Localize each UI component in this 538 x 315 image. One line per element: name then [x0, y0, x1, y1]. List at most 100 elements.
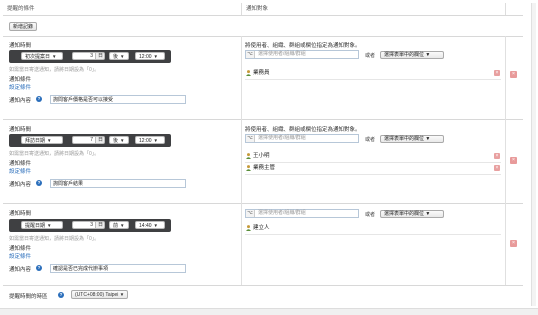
- schedule-bar: 拜訪日期 ▼ 7 日 後 ▼ 12:00 ▼: [9, 134, 171, 147]
- timezone-select[interactable]: (UTC+08:00) Taipei ▼: [71, 290, 129, 299]
- chevron-down-icon: ▼: [120, 223, 125, 228]
- column-divider: [241, 119, 242, 203]
- set-condition-link[interactable]: 設定條件: [9, 252, 31, 260]
- delete-reminder-button[interactable]: ×: [510, 71, 517, 78]
- date-field-value: 拜訪日期: [25, 138, 46, 144]
- notify-content-input[interactable]: 確認是否已完成代辦事項: [50, 264, 186, 273]
- org-tree-icon[interactable]: ⌥: [246, 135, 255, 142]
- set-condition-link[interactable]: 設定條件: [9, 83, 31, 91]
- row-divider: [3, 36, 523, 37]
- time-select[interactable]: 14:40 ▼: [135, 221, 165, 229]
- help-icon[interactable]: ?: [36, 265, 42, 271]
- column-divider: [505, 36, 506, 119]
- recipient-name: 王小明: [253, 153, 270, 159]
- notify-condition-label: 通知條件: [9, 77, 32, 83]
- recipient-item: 王小明: [246, 152, 270, 160]
- notify-content-label: 通知內容: [9, 98, 32, 104]
- form-field-select[interactable]: 選擇表單中的欄位 ▼: [380, 51, 444, 59]
- recipient-divider: [245, 162, 501, 163]
- user-icon: [246, 224, 251, 231]
- time-value: 12:00: [139, 138, 152, 144]
- date-field-value: 提醒日期: [25, 223, 46, 229]
- remove-recipient-button[interactable]: ×: [494, 70, 500, 76]
- chevron-down-icon: ▼: [120, 54, 125, 59]
- chevron-down-icon: ▼: [52, 54, 57, 59]
- days-input[interactable]: 7: [72, 136, 96, 144]
- recipient-picker-placeholder: 選擇使用者/組織/群組: [258, 51, 306, 57]
- help-icon[interactable]: ?: [36, 180, 42, 186]
- notify-condition-label: 通知條件: [9, 246, 32, 252]
- reminder-row-1: 通知時間 初次提案日 ▼ 3 日 後 ▼ 12:00 ▼ 如需當日寄送通知，請將日期設…: [3, 36, 523, 119]
- direction-value: 後: [113, 54, 119, 60]
- recipient-picker-placeholder: 選擇使用者/組織/群組: [258, 210, 306, 216]
- time-value: 12:00: [139, 54, 152, 60]
- recipient-divider: [245, 234, 501, 235]
- column-divider: [505, 119, 506, 203]
- header-divider: [3, 15, 523, 16]
- timezone-label-text: 提醒時間的時區: [9, 294, 48, 300]
- same-day-hint: 如需當日寄送通知，請將日期設為「0」。: [9, 67, 100, 73]
- chevron-down-icon: ▼: [153, 54, 158, 59]
- notify-content-label: 通知內容: [9, 267, 32, 273]
- column-divider: [505, 203, 506, 285]
- remove-recipient-button[interactable]: ×: [494, 165, 500, 171]
- help-icon[interactable]: ?: [58, 292, 64, 298]
- org-tree-icon[interactable]: ⌥: [246, 210, 255, 217]
- form-field-select-label: 選擇表單中的欄位: [384, 211, 425, 217]
- direction-select[interactable]: 後 ▼: [109, 52, 129, 60]
- recipient-picker[interactable]: ⌥ 選擇使用者/組織/群組: [245, 50, 359, 59]
- recipient-name: 業務主管: [253, 165, 276, 171]
- direction-select[interactable]: 前 ▼: [109, 221, 129, 229]
- recipient-picker[interactable]: ⌥ 選擇使用者/組織/群組: [245, 209, 359, 218]
- reminder-row-2: 通知時間 拜訪日期 ▼ 7 日 後 ▼ 12:00 ▼ 如需當日寄送通知，請將日期設為…: [3, 119, 523, 203]
- delete-reminder-button[interactable]: ×: [510, 157, 517, 164]
- schedule-bar: 初次提案日 ▼ 3 日 後 ▼ 12:00 ▼: [9, 50, 171, 63]
- time-select[interactable]: 12:00 ▼: [135, 52, 165, 60]
- user-icon: [246, 69, 251, 76]
- same-day-hint: 如需當日寄送通知，請將日期設為「0」。: [9, 236, 100, 242]
- target-hint: 將使用者、組織、群組或欄位指定為通知對象。: [245, 43, 361, 49]
- notify-content-label: 通知內容: [9, 182, 32, 188]
- or-label: 或者: [365, 212, 376, 218]
- time-select[interactable]: 12:00 ▼: [135, 136, 165, 144]
- form-field-select[interactable]: 選擇表單中的欄位 ▼: [380, 135, 444, 143]
- days-unit: 日: [96, 52, 105, 60]
- chevron-down-icon: ▼: [47, 138, 52, 143]
- date-field-select[interactable]: 提醒日期 ▼: [21, 221, 63, 229]
- recipient-picker[interactable]: ⌥ 選擇使用者/組織/群組: [245, 134, 359, 143]
- help-icon[interactable]: ?: [36, 96, 42, 102]
- reminder-row-3: 通知時間 提醒日期 ▼ 3 日 前 ▼ 14:40 ▼ 如需當日寄送通知，請將日期設為…: [3, 203, 523, 285]
- add-record-button[interactable]: 新增記錄: [9, 22, 38, 31]
- recipient-name: 業務員: [253, 70, 270, 76]
- notify-time-label: 通知時間: [9, 127, 32, 133]
- form-field-select-label: 選擇表單中的欄位: [384, 52, 425, 58]
- recipient-item: 建立人: [246, 224, 270, 232]
- remove-recipient-button[interactable]: ×: [494, 153, 500, 159]
- chevron-down-icon: ▼: [425, 136, 431, 142]
- schedule-bar: 提醒日期 ▼ 3 日 前 ▼ 14:40 ▼: [9, 219, 171, 232]
- timezone-value: (UTC+08:00) Taipei: [75, 292, 119, 298]
- reminder-settings-panel: 提醒的條件 通知對象 新增記錄 通知時間 初次提案日 ▼ 3 日 後 ▼ 12:00…: [3, 3, 530, 306]
- date-field-select[interactable]: 拜訪日期 ▼: [21, 136, 63, 144]
- or-label: 或者: [365, 137, 376, 143]
- recipient-name: 建立人: [253, 225, 270, 231]
- notify-content-input[interactable]: 詢問客戶價格是否可以接受: [50, 95, 186, 104]
- chevron-down-icon: ▼: [47, 223, 52, 228]
- chevron-down-icon: ▼: [425, 211, 431, 217]
- column-divider: [241, 203, 242, 285]
- condition-column-header: 提醒的條件: [7, 6, 35, 12]
- notify-time-label: 通知時間: [9, 43, 32, 49]
- chevron-down-icon: ▼: [153, 138, 158, 143]
- set-condition-link[interactable]: 設定條件: [9, 167, 31, 175]
- recipient-divider: [245, 174, 501, 175]
- days-input[interactable]: 3: [72, 221, 96, 229]
- days-input[interactable]: 3: [72, 52, 96, 60]
- or-label: 或者: [365, 53, 376, 59]
- delete-reminder-button[interactable]: ×: [510, 240, 517, 247]
- form-field-select[interactable]: 選擇表單中的欄位 ▼: [380, 210, 444, 218]
- vertical-scrollbar[interactable]: [531, 3, 536, 306]
- notify-content-input[interactable]: 詢問客戶結果: [50, 179, 186, 188]
- direction-select[interactable]: 後 ▼: [109, 136, 129, 144]
- date-field-select[interactable]: 初次提案日 ▼: [21, 52, 63, 60]
- org-tree-icon[interactable]: ⌥: [246, 51, 255, 58]
